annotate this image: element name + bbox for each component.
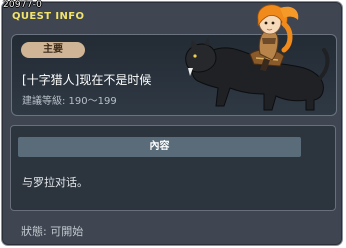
character-riding-panther-icon [185,4,330,111]
quest-info-window: QUEST INFO 主要 [十字猎人]现在不是时候 建議等級: 190～199 [1,1,343,246]
content-header: 內容 [18,137,301,157]
window-title: QUEST INFO [12,11,85,22]
quest-level-requirement: 建議等級: 190～199 [22,96,117,107]
quest-name: [十字猎人]现在不是时候 [22,73,152,87]
quest-id: 20977-0 [3,0,43,10]
quest-status: 狀態: 可開始 [21,225,84,238]
content-panel: 內容 与罗拉对话。 [10,125,336,211]
quest-type-badge: 主要 [21,42,85,58]
content-description: 与罗拉对话。 [22,176,88,189]
